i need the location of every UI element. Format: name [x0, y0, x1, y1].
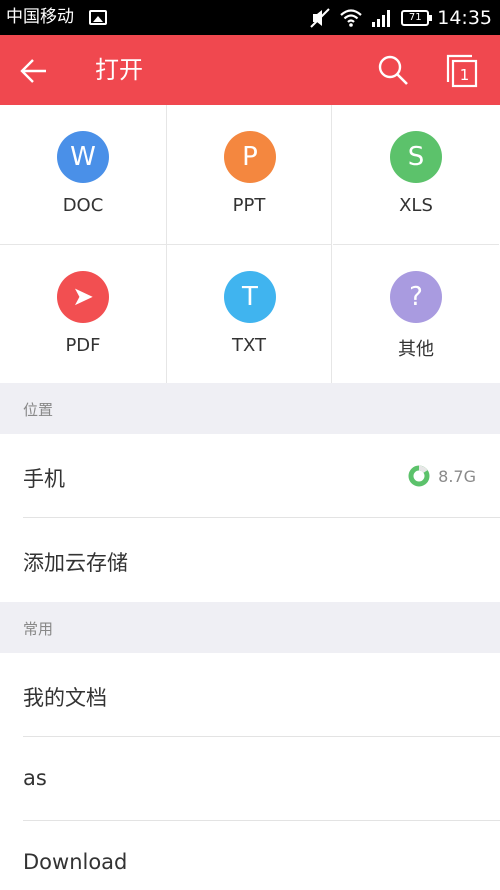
- status-bar: 中国移动 71 14:35: [0, 0, 500, 35]
- row-label: 我的文档: [23, 686, 107, 710]
- storage-ring-icon: [408, 465, 430, 487]
- xls-icon: S: [390, 131, 442, 183]
- file-type-pdf[interactable]: ➤ PDF: [0, 244, 166, 383]
- file-type-label: PPT: [232, 195, 266, 216]
- battery-icon: 71: [401, 10, 433, 26]
- doc-icon: W: [57, 131, 109, 183]
- list-item[interactable]: 我的文档: [0, 653, 500, 737]
- section-title: 常用: [23, 620, 54, 638]
- file-type-other[interactable]: ? 其他: [333, 244, 499, 383]
- page-title: 打开: [95, 56, 143, 84]
- location-section-header: 位置: [0, 383, 500, 434]
- file-type-ppt[interactable]: P PPT: [166, 105, 332, 244]
- row-label: as: [23, 766, 47, 790]
- carrier-name: 中国移动: [6, 7, 74, 27]
- section-title: 位置: [23, 401, 54, 419]
- txt-icon: T: [224, 271, 276, 323]
- clock: 14:35: [437, 7, 492, 29]
- back-arrow-icon[interactable]: [18, 55, 50, 87]
- file-type-label: TXT: [231, 335, 266, 356]
- file-type-label: DOC: [62, 195, 104, 216]
- file-type-label: XLS: [399, 195, 433, 216]
- file-type-label: PDF: [65, 335, 101, 356]
- app-bar: 打开 1: [0, 35, 500, 105]
- add-cloud-storage-row[interactable]: 添加云存储: [0, 518, 500, 602]
- row-label: Download: [23, 850, 128, 874]
- wifi-icon: [340, 9, 362, 27]
- tab-count: 1: [460, 66, 470, 84]
- mute-icon: [310, 8, 330, 28]
- common-section-header: 常用: [0, 602, 500, 653]
- ppt-icon: P: [224, 131, 276, 183]
- image-notification-icon: [89, 10, 107, 25]
- list-item[interactable]: Download: [0, 821, 500, 890]
- pdf-icon: ➤: [57, 271, 109, 323]
- search-icon[interactable]: [376, 53, 410, 87]
- file-type-doc[interactable]: W DOC: [0, 105, 166, 244]
- phone-storage-row[interactable]: 手机 8.7G: [0, 434, 500, 518]
- tabs-icon[interactable]: 1: [444, 52, 480, 88]
- file-type-txt[interactable]: T TXT: [166, 244, 332, 383]
- signal-icon: [372, 10, 391, 27]
- status-icons: 71 14:35: [309, 6, 492, 30]
- storage-value: 8.7G: [438, 466, 476, 486]
- row-label: 手机: [23, 467, 65, 491]
- other-icon: ?: [390, 271, 442, 323]
- file-type-grid: W DOC P PPT S XLS ➤ PDF T TXT ? 其他: [0, 105, 500, 383]
- row-label: 添加云存储: [23, 551, 128, 575]
- file-type-label: 其他: [398, 339, 434, 360]
- list-item[interactable]: as: [0, 737, 500, 821]
- storage-indicator: 8.7G: [408, 465, 476, 487]
- file-type-xls[interactable]: S XLS: [333, 105, 499, 244]
